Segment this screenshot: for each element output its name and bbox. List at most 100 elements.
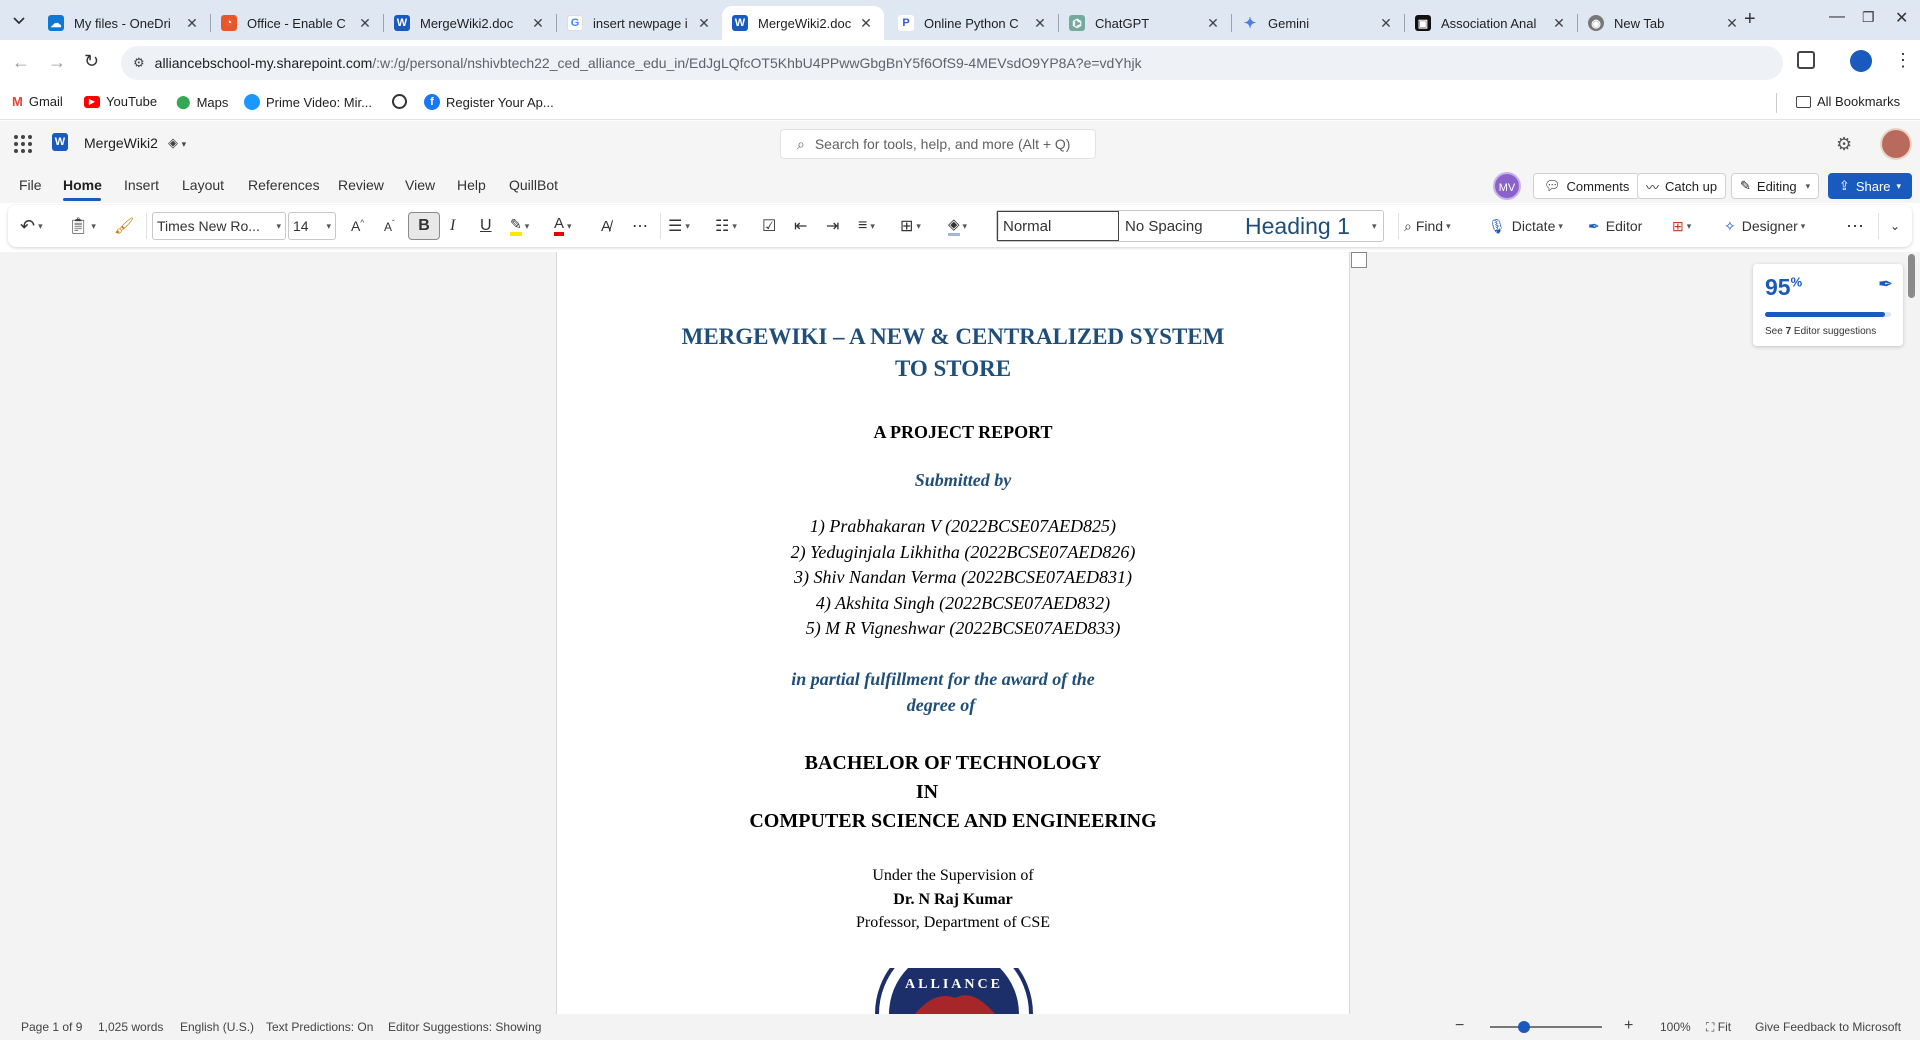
close-icon[interactable]: ✕ xyxy=(1378,15,1394,32)
close-icon[interactable]: ✕ xyxy=(1205,15,1221,32)
style-no-spacing[interactable]: No Spacing xyxy=(1119,211,1239,241)
fit-button[interactable]: ⛶ Fit xyxy=(1706,1020,1731,1035)
close-icon[interactable]: ✕ xyxy=(530,15,546,32)
window-close-icon[interactable]: ✕ xyxy=(1895,8,1908,28)
bookmark-register[interactable]: f Register Your Ap... xyxy=(424,94,554,110)
format-painter-button[interactable]: 🖌︎ xyxy=(114,212,134,240)
bookmark-prime-video[interactable]: Prime Video: Mir... xyxy=(244,94,372,110)
reload-icon[interactable]: ↻ xyxy=(84,51,99,72)
browser-tab[interactable]: W MergeWiki2.doc ✕ xyxy=(384,6,556,40)
page-count[interactable]: Page 1 of 9 xyxy=(21,1020,82,1034)
forward-icon[interactable]: → xyxy=(48,52,66,73)
more-font-options[interactable]: ⋯ xyxy=(632,212,648,240)
extensions-icon[interactable] xyxy=(1797,51,1815,69)
editor-pen-icon[interactable]: ✒ xyxy=(1878,274,1893,295)
comments-button[interactable]: 💬︎ Comments xyxy=(1533,173,1641,199)
share-button[interactable]: ⇪ Share ▾ xyxy=(1828,173,1912,199)
browser-menu-icon[interactable]: ⋮ xyxy=(1894,50,1912,71)
bookmark-globe[interactable] xyxy=(392,94,413,109)
dictate-button[interactable]: 🎙︎ Dictate ▾ xyxy=(1488,212,1563,240)
browser-tab-active[interactable]: W MergeWiki2.doc ✕ xyxy=(722,6,884,40)
tab-references[interactable]: References xyxy=(248,177,320,193)
browser-tab[interactable]: G insert newpage i ✕ xyxy=(557,6,722,40)
ribbon-collapse-button[interactable]: ⌄ xyxy=(1890,212,1900,240)
checklist-button[interactable]: ☑ xyxy=(762,212,776,240)
editor-button[interactable]: ✒ Editor xyxy=(1588,212,1642,240)
tab-review[interactable]: Review xyxy=(338,177,384,193)
all-bookmarks[interactable]: All Bookmarks xyxy=(1796,94,1900,109)
paste-button[interactable]: 📋︎ ▾ xyxy=(68,212,96,240)
tab-insert[interactable]: Insert xyxy=(124,177,159,193)
back-icon[interactable]: ← xyxy=(12,52,30,73)
search-box[interactable]: ⌕ Search for tools, help, and more (Alt … xyxy=(780,129,1096,159)
bookmark-youtube[interactable]: ▶ YouTube xyxy=(84,94,157,109)
editor-score-card[interactable]: 95% ✒ See 7 Editor suggestions xyxy=(1753,264,1903,346)
increase-indent-button[interactable]: ⇥ xyxy=(826,212,839,240)
tab-file[interactable]: File xyxy=(19,177,42,193)
bookmark-gmail[interactable]: M Gmail xyxy=(12,94,63,109)
close-icon[interactable]: ✕ xyxy=(1032,15,1048,32)
font-size-select[interactable]: 14 ▾ xyxy=(288,212,336,240)
tab-home[interactable]: Home xyxy=(63,177,102,193)
user-avatar[interactable] xyxy=(1880,128,1912,160)
browser-tab[interactable]: ☁ My files - OneDri ✕ xyxy=(38,6,210,40)
browser-tab[interactable]: ▣ Association Anal ✕ xyxy=(1405,6,1577,40)
italic-button[interactable]: I xyxy=(450,212,455,240)
find-button[interactable]: ⌕ Find ▾ xyxy=(1404,212,1451,240)
bold-button[interactable]: B xyxy=(408,212,440,240)
numbering-button[interactable]: ☷ ▾ xyxy=(715,212,737,240)
designer-button[interactable]: ✧ Designer ▾ xyxy=(1724,212,1805,240)
style-normal[interactable]: Normal xyxy=(997,211,1119,241)
shading-button[interactable]: ◈ ▾ xyxy=(948,212,967,240)
close-icon[interactable]: ✕ xyxy=(357,15,373,32)
presence-avatar[interactable]: MV xyxy=(1493,172,1521,200)
zoom-out-icon[interactable]: − xyxy=(1455,1017,1464,1035)
decrease-indent-button[interactable]: ⇤ xyxy=(794,212,807,240)
style-heading-1[interactable]: Heading 1 xyxy=(1239,211,1369,241)
vertical-scrollbar-thumb[interactable] xyxy=(1908,254,1915,298)
clear-formatting-button[interactable]: A̸ xyxy=(601,212,611,240)
new-tab-icon[interactable]: + xyxy=(1744,8,1756,31)
tab-layout[interactable]: Layout xyxy=(182,177,224,193)
grow-font-button[interactable]: A^ xyxy=(351,212,364,240)
close-icon[interactable]: ✕ xyxy=(1724,15,1740,32)
bookmark-maps[interactable]: ⬤ Maps xyxy=(176,94,228,110)
font-color-button[interactable]: A ▾ xyxy=(554,212,572,240)
document-name[interactable]: MergeWiki2 xyxy=(84,135,158,151)
editing-mode-button[interactable]: ✎ Editing ▾ xyxy=(1731,173,1820,199)
document-page[interactable]: MERGEWIKI – A NEW & CENTRALIZED SYSTEM T… xyxy=(556,252,1367,1014)
close-icon[interactable]: ✕ xyxy=(696,15,712,32)
browser-tab[interactable]: ◔ Office - Enable C ✕ xyxy=(211,6,383,40)
borders-button[interactable]: ⊞ ▾ xyxy=(900,212,921,240)
language-status[interactable]: English (U.S.) xyxy=(180,1020,254,1034)
tab-quillbot[interactable]: QuillBot xyxy=(509,177,558,193)
shrink-font-button[interactable]: Aˇ xyxy=(384,212,395,240)
text-predictions-status[interactable]: Text Predictions: On xyxy=(266,1020,373,1034)
close-icon[interactable]: ✕ xyxy=(1551,15,1567,32)
zoom-in-icon[interactable]: + xyxy=(1624,1017,1633,1035)
app-launcher-icon[interactable] xyxy=(14,135,32,153)
minimize-icon[interactable]: — xyxy=(1829,8,1845,26)
editor-suggestions-status[interactable]: Editor Suggestions: Showing xyxy=(388,1020,541,1034)
feedback-link[interactable]: Give Feedback to Microsoft xyxy=(1755,1020,1901,1034)
browser-tab[interactable]: P Online Python C ✕ xyxy=(888,6,1058,40)
zoom-slider-thumb[interactable] xyxy=(1517,1021,1530,1033)
browser-tab[interactable]: ◉ New Tab ✕ xyxy=(1578,6,1750,40)
tab-search-button[interactable] xyxy=(8,10,30,32)
font-name-select[interactable]: Times New Ro... ▾ xyxy=(152,212,286,240)
tab-view[interactable]: View xyxy=(405,177,435,193)
address-bar[interactable]: ⚙ alliancebschool-my.sharepoint.com /:w:… xyxy=(121,46,1783,80)
align-button[interactable]: ≡ ▾ xyxy=(858,212,875,240)
browser-tab[interactable]: ⌬ ChatGPT ✕ xyxy=(1059,6,1231,40)
cloud-sync-icon[interactable]: ◈ ▾ xyxy=(168,135,186,151)
close-icon[interactable]: ✕ xyxy=(858,15,874,32)
undo-button[interactable]: ↶ ▾ xyxy=(20,212,43,240)
zoom-level[interactable]: 100% xyxy=(1660,1020,1691,1034)
word-count[interactable]: 1,025 words xyxy=(98,1020,163,1034)
restore-icon[interactable]: ❐ xyxy=(1862,9,1875,26)
tab-help[interactable]: Help xyxy=(457,177,486,193)
settings-gear-icon[interactable]: ⚙ xyxy=(1836,134,1852,155)
catch-up-button[interactable]: 〰 Catch up xyxy=(1637,173,1727,199)
close-icon[interactable]: ✕ xyxy=(184,15,200,32)
site-info-icon[interactable]: ⚙ xyxy=(133,55,145,71)
